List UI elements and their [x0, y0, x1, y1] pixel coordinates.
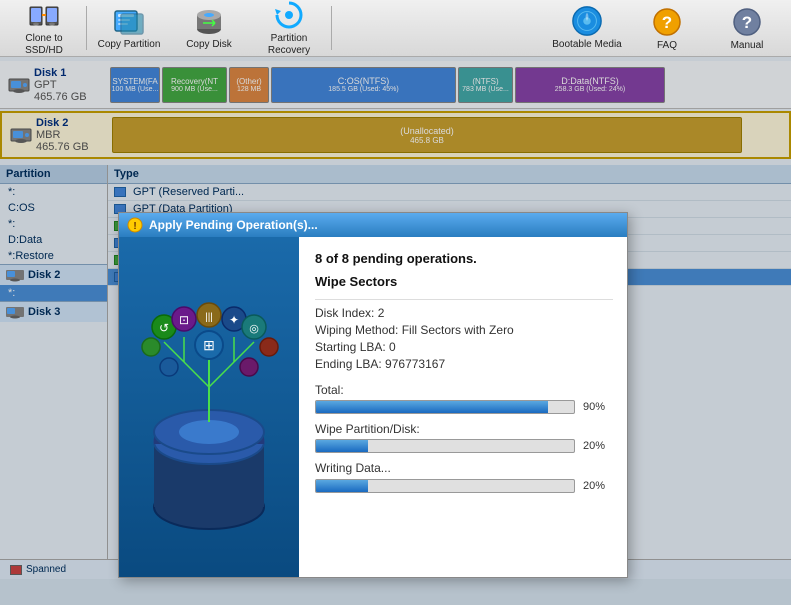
svg-text:⊞: ⊞ — [203, 337, 215, 353]
modal-right-content: 8 of 8 pending operations. Wipe Sectors … — [299, 237, 629, 577]
operation-count: 8 of 8 pending operations. — [315, 251, 613, 266]
toolbar-copy-partition[interactable]: Copy Partition — [89, 2, 169, 54]
svg-text:?: ? — [742, 13, 752, 32]
toolbar: Clone to SSD/HD Copy Partition Co — [0, 0, 791, 57]
svg-text:✦: ✦ — [229, 313, 239, 327]
modal-window: ! Apply Pending Operation(s)... — [118, 212, 628, 578]
writing-progress-fill — [316, 480, 368, 492]
writing-progress-bar — [315, 479, 575, 493]
modal-title: Apply Pending Operation(s)... — [149, 218, 318, 232]
wipe-progress-fill — [316, 440, 368, 452]
total-progress-row: 90% — [315, 400, 613, 414]
total-progress-bar — [315, 400, 575, 414]
toolbar-partition-recovery[interactable]: Partition Recovery — [249, 2, 329, 54]
detail-disk-index: Disk Index: 2 — [315, 306, 613, 320]
writing-pct-label: 20% — [583, 480, 613, 492]
wipe-pct-label: 20% — [583, 440, 613, 452]
clone-ssd-label: Clone to SSD/HD — [6, 33, 82, 57]
total-pct-label: 90% — [583, 401, 613, 413]
modal-illustration: ⊞ ↺ ⊡ ||| ✦ ◎ — [119, 237, 299, 577]
disk-animation-svg: ⊞ ↺ ⊡ ||| ✦ ◎ — [129, 267, 289, 547]
svg-text:⊡: ⊡ — [179, 313, 189, 327]
operation-name: Wipe Sectors — [315, 274, 613, 289]
copy-partition-icon — [113, 5, 145, 37]
copy-disk-label: Copy Disk — [186, 39, 232, 51]
toolbar-clone-ssd[interactable]: Clone to SSD/HD — [4, 2, 84, 54]
toolbar-bootable-media[interactable]: Bootable Media — [547, 2, 627, 54]
partition-recovery-label: Partition Recovery — [251, 33, 327, 57]
modal-overlay: ! Apply Pending Operation(s)... — [0, 57, 791, 605]
modal-body: ⊞ ↺ ⊡ ||| ✦ ◎ — [119, 237, 627, 577]
toolbar-faq[interactable]: ? FAQ — [627, 2, 707, 54]
manual-icon: ? — [731, 6, 763, 38]
wipe-progress-bar — [315, 439, 575, 453]
bootable-media-icon — [571, 5, 603, 37]
svg-text:|||: ||| — [205, 312, 213, 323]
writing-label: Writing Data... — [315, 461, 613, 475]
faq-icon: ? — [651, 6, 683, 38]
toolbar-manual[interactable]: ? Manual — [707, 2, 787, 54]
partition-recovery-icon — [273, 0, 305, 31]
detail-start-lba: Starting LBA: 0 — [315, 340, 613, 354]
total-progress-fill — [316, 401, 548, 413]
copy-partition-label: Copy Partition — [98, 39, 161, 51]
bootable-media-label: Bootable Media — [552, 39, 622, 51]
toolbar-right-area: Bootable Media ? FAQ ? Manual — [547, 2, 787, 54]
svg-text:!: ! — [133, 221, 136, 232]
toolbar-copy-disk[interactable]: Copy Disk — [169, 2, 249, 54]
copy-disk-icon — [193, 5, 225, 37]
wipe-progress-row: 20% — [315, 439, 613, 453]
clone-ssd-icon — [28, 0, 60, 31]
modal-titlebar: ! Apply Pending Operation(s)... — [119, 213, 627, 237]
faq-label: FAQ — [657, 40, 677, 51]
progress-section: Total: 90% Wipe Partition/Disk: 20% — [315, 383, 613, 493]
writing-progress-row: 20% — [315, 479, 613, 493]
svg-text:◎: ◎ — [249, 323, 259, 335]
divider — [315, 299, 613, 300]
manual-label: Manual — [731, 40, 764, 51]
svg-text:?: ? — [662, 13, 672, 32]
detail-end-lba: Ending LBA: 976773167 — [315, 357, 613, 371]
wipe-label: Wipe Partition/Disk: — [315, 422, 613, 436]
sep2 — [331, 6, 332, 50]
sep1 — [86, 6, 87, 50]
svg-text:↺: ↺ — [159, 321, 169, 335]
modal-title-icon: ! — [127, 217, 143, 233]
detail-wipe-method: Wiping Method: Fill Sectors with Zero — [315, 323, 613, 337]
total-label: Total: — [315, 383, 613, 397]
